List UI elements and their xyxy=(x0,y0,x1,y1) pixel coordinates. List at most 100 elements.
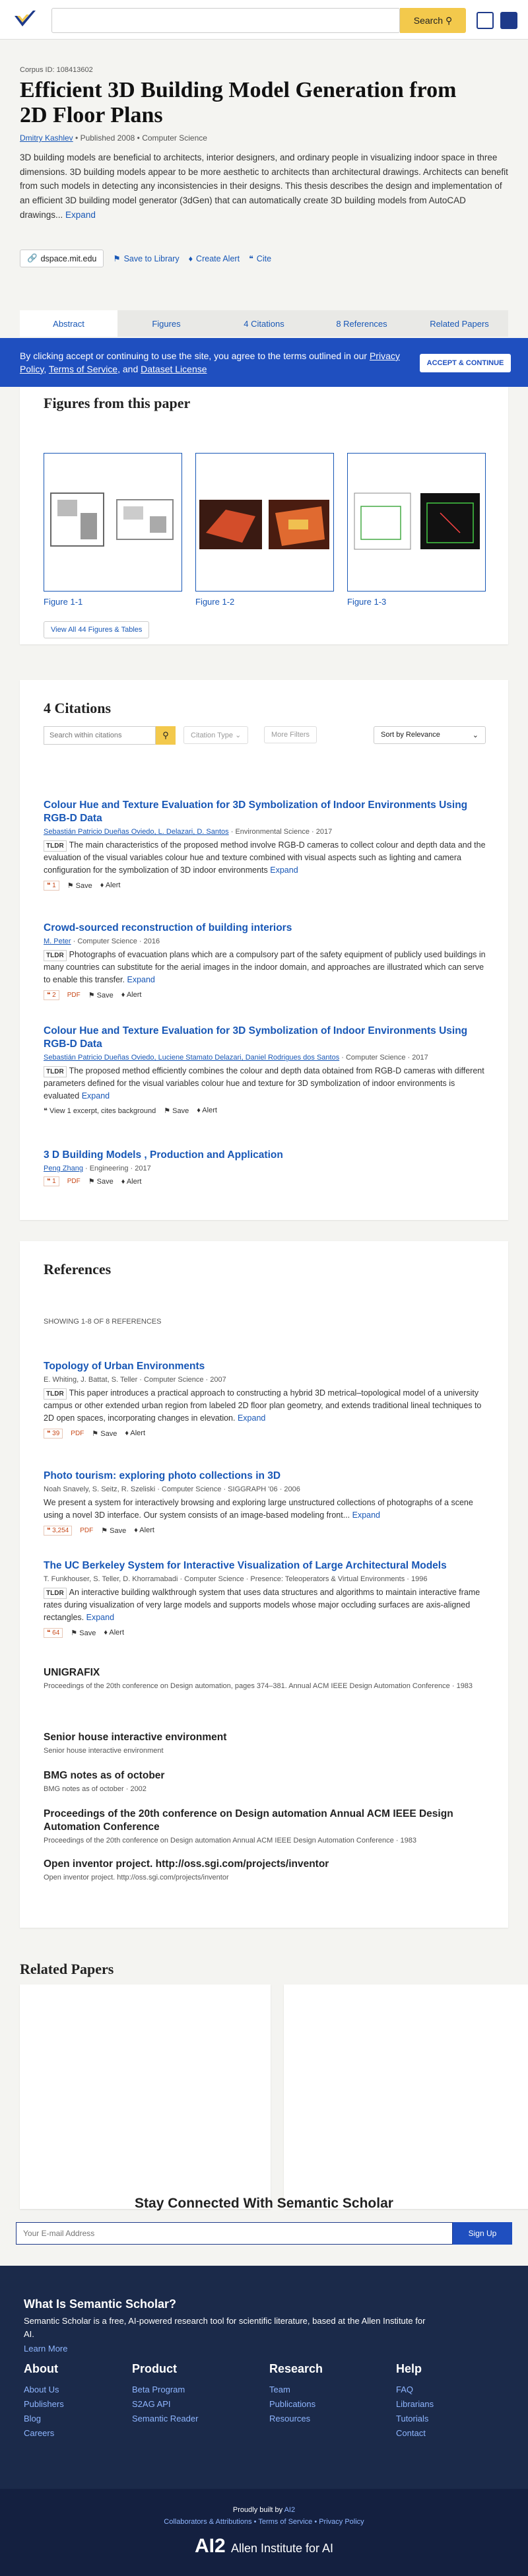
citation-count-badge[interactable]: ❝ 1 xyxy=(44,1176,59,1187)
pdf-link[interactable]: PDF xyxy=(80,1527,93,1534)
expand-link[interactable]: Expand xyxy=(86,1613,114,1622)
footer-legal-links[interactable]: Collaborators & Attributions • Terms of … xyxy=(0,2518,528,2526)
footer-link[interactable]: Publishers xyxy=(24,2397,136,2412)
footer-link[interactable]: Tutorials xyxy=(396,2412,508,2426)
figure-label-2[interactable]: Figure 1-2 xyxy=(195,597,234,607)
footer-link[interactable]: Resources xyxy=(269,2412,381,2426)
citation-title[interactable]: 3 D Building Models , Production and App… xyxy=(44,1149,492,1162)
alert-button[interactable]: ♦ Alert xyxy=(121,1178,142,1186)
footer-link[interactable]: Blog xyxy=(24,2412,136,2426)
terms-of-service-link[interactable]: Terms of Service xyxy=(49,364,117,374)
save-button[interactable]: ⚑ Save xyxy=(92,1429,117,1438)
citation-count-badge[interactable]: ❝ 2 xyxy=(44,990,59,1000)
dataset-license-link[interactable]: Dataset License xyxy=(141,364,207,374)
search-button[interactable]: Search ⚲ xyxy=(400,8,466,33)
footer-link[interactable]: Beta Program xyxy=(132,2383,244,2397)
citation-title[interactable]: Colour Hue and Texture Evaluation for 3D… xyxy=(44,1025,492,1051)
figure-thumbnail-2[interactable] xyxy=(195,453,334,592)
footer-link[interactable]: FAQ xyxy=(396,2383,508,2397)
semantic-scholar-logo-icon[interactable] xyxy=(13,9,37,29)
reference-title[interactable]: Proceedings of the 20th conference on De… xyxy=(44,1808,492,1834)
reference-title[interactable]: Topology of Urban Environments xyxy=(44,1360,492,1373)
reference-title[interactable]: Photo tourism: exploring photo collectio… xyxy=(44,1470,492,1483)
source-link-button[interactable]: 🔗 dspace.mit.edu xyxy=(20,250,104,267)
accept-cookies-button[interactable]: ACCEPT & CONTINUE xyxy=(420,354,511,372)
alert-button[interactable]: ♦ Alert xyxy=(125,1429,145,1437)
ai2-link[interactable]: AI2 xyxy=(284,2506,296,2514)
citation-authors[interactable]: M. Peter xyxy=(44,937,71,945)
view-all-figures-button[interactable]: View All 44 Figures & Tables xyxy=(44,621,150,638)
citations-search-input[interactable] xyxy=(44,726,156,745)
learn-more-link[interactable]: Learn More xyxy=(24,2344,67,2354)
related-paper-card-1[interactable] xyxy=(20,1984,271,2209)
author-link[interactable]: Dmitry Kashlev xyxy=(20,133,73,143)
alert-button[interactable]: ♦ Alert xyxy=(134,1526,154,1534)
citations-search-button[interactable]: ⚲ xyxy=(156,726,176,745)
view-excerpt-link[interactable]: ❝ View 1 excerpt, cites background xyxy=(44,1106,156,1115)
figure-thumbnail-3[interactable] xyxy=(347,453,486,592)
ai2-logo[interactable]: AI2 Allen Institute for AI xyxy=(0,2535,528,2558)
alert-button[interactable]: ♦ Alert xyxy=(104,1629,124,1637)
footer-link[interactable]: About Us xyxy=(24,2383,136,2397)
save-button[interactable]: ⚑ Save xyxy=(67,881,92,890)
footer-link[interactable]: Semantic Reader xyxy=(132,2412,244,2426)
pdf-link[interactable]: PDF xyxy=(67,1178,81,1185)
create-alert-button[interactable]: ♦ Create Alert xyxy=(189,254,240,263)
sort-dropdown[interactable]: Sort by Relevance ⌄ xyxy=(374,726,486,744)
save-button[interactable]: ⚑ Save xyxy=(71,1629,96,1637)
footer-link[interactable]: Contact xyxy=(396,2426,508,2441)
alert-button[interactable]: ♦ Alert xyxy=(197,1106,217,1114)
save-to-library-button[interactable]: ⚑ Save to Library xyxy=(113,254,179,264)
more-filters-button[interactable]: More Filters xyxy=(264,726,317,743)
expand-link[interactable]: Expand xyxy=(238,1413,265,1423)
footer-link[interactable]: Careers xyxy=(24,2426,136,2441)
expand-link[interactable]: Expand xyxy=(127,975,154,984)
save-button[interactable]: ⚑ Save xyxy=(88,991,114,1000)
expand-link[interactable]: Expand xyxy=(352,1510,380,1520)
pdf-link[interactable]: PDF xyxy=(71,1430,84,1437)
citation-count-badge[interactable]: ❝ 64 xyxy=(44,1627,63,1638)
citation-type-dropdown[interactable]: Citation Type ⌄ xyxy=(183,726,249,744)
tab-figures[interactable]: Figures xyxy=(117,310,215,337)
save-button[interactable]: ⚑ Save xyxy=(88,1177,114,1186)
figure-label-3[interactable]: Figure 1-3 xyxy=(347,597,386,607)
footer-link[interactable]: S2AG API xyxy=(132,2397,244,2412)
tab-citations[interactable]: 4 Citations xyxy=(215,310,313,337)
save-button[interactable]: ⚑ Save xyxy=(164,1106,189,1115)
menu-button[interactable] xyxy=(500,12,517,29)
pdf-link[interactable]: PDF xyxy=(67,992,81,999)
citation-count-badge[interactable]: ❝ 3,254 xyxy=(44,1525,73,1536)
tab-references[interactable]: 8 References xyxy=(313,310,411,337)
related-paper-card-2[interactable] xyxy=(284,1984,528,2209)
tab-related-papers[interactable]: Related Papers xyxy=(411,310,508,337)
citation-count-badge[interactable]: ❝ 1 xyxy=(44,880,59,891)
reference-title[interactable]: BMG notes as of october xyxy=(44,1769,492,1782)
search-input[interactable] xyxy=(51,8,400,33)
email-input[interactable] xyxy=(16,2222,453,2245)
alert-button[interactable]: ♦ Alert xyxy=(121,991,142,999)
footer-link[interactable]: Team xyxy=(269,2383,381,2397)
citation-count-badge[interactable]: ❝ 39 xyxy=(44,1428,63,1439)
tab-abstract[interactable]: Abstract xyxy=(20,310,117,337)
save-button[interactable]: ⚑ Save xyxy=(101,1526,126,1535)
abstract-expand-link[interactable]: Expand xyxy=(65,210,96,220)
citation-authors[interactable]: Sebastián Patricio Dueñas Oviedo, Lucien… xyxy=(44,1054,339,1062)
citation-authors[interactable]: Sebastián Patricio Dueñas Oviedo, L. Del… xyxy=(44,828,229,836)
sign-in-button[interactable] xyxy=(477,12,494,29)
expand-link[interactable]: Expand xyxy=(82,1091,110,1101)
figure-thumbnail-1[interactable] xyxy=(44,453,182,592)
reference-title[interactable]: Senior house interactive environment xyxy=(44,1731,492,1744)
cite-button[interactable]: ❝ Cite xyxy=(249,254,271,264)
citation-title[interactable]: Crowd-sourced reconstruction of building… xyxy=(44,922,492,935)
footer-link[interactable]: Librarians xyxy=(396,2397,508,2412)
reference-title[interactable]: The UC Berkeley System for Interactive V… xyxy=(44,1559,492,1573)
citation-authors[interactable]: Peng Zhang xyxy=(44,1165,83,1172)
reference-title[interactable]: Open inventor project. http://oss.sgi.co… xyxy=(44,1858,492,1871)
footer-link[interactable]: Publications xyxy=(269,2397,381,2412)
alert-button[interactable]: ♦ Alert xyxy=(100,881,121,889)
reference-title[interactable]: UNIGRAFIX xyxy=(44,1666,492,1679)
figure-label-1[interactable]: Figure 1-1 xyxy=(44,597,82,607)
expand-link[interactable]: Expand xyxy=(270,865,298,875)
sign-up-button[interactable]: Sign Up xyxy=(453,2222,512,2245)
citation-title[interactable]: Colour Hue and Texture Evaluation for 3D… xyxy=(44,799,492,825)
